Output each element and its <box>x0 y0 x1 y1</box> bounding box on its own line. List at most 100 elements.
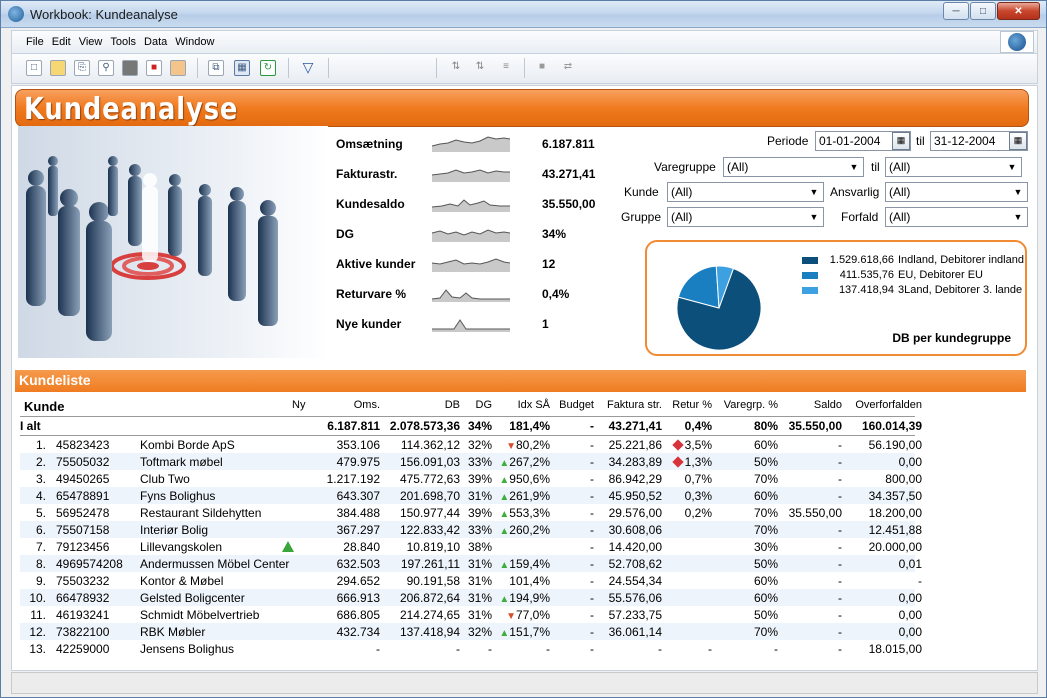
kpi-value: 1 <box>542 317 549 331</box>
kundeliste-header: Kundeliste <box>15 370 1026 392</box>
column-header[interactable]: Idx SÅ <box>494 399 550 411</box>
maximize-button[interactable]: □ <box>970 2 996 20</box>
column-header[interactable]: Varegrp. % <box>714 399 778 411</box>
menu-item-file[interactable]: File <box>26 36 44 48</box>
idx-value: ▲260,2% <box>494 523 550 537</box>
customer-name[interactable]: Interiør Bolig <box>140 523 300 537</box>
refresh-icon[interactable]: ↻ <box>260 60 276 76</box>
calendar-icon[interactable]: ▦ <box>892 132 910 150</box>
retur-text: 1,3% <box>684 455 712 469</box>
db-value: 150.977,44 <box>399 506 460 520</box>
column-header[interactable]: Retur % <box>664 399 712 411</box>
insert-icon[interactable]: ■ <box>534 60 550 76</box>
column-header[interactable]: DG <box>460 399 493 411</box>
varegruppe-label: Varegruppe <box>654 160 716 174</box>
oms-value: 686.805 <box>336 608 380 622</box>
column-header[interactable]: DB <box>382 399 460 411</box>
customer-name[interactable]: Andermussen Möbel Center <box>140 557 300 571</box>
column-header[interactable]: Budget <box>552 399 594 411</box>
column-header[interactable]: Oms. <box>326 399 380 411</box>
table-row[interactable]: 8. 4969574208 Andermussen Möbel Center 632.… <box>20 555 922 572</box>
customer-name[interactable]: Lillevangskolen <box>140 540 300 554</box>
open-folder-icon[interactable] <box>50 60 66 76</box>
sort-descending-icon[interactable]: ⇅ <box>472 60 488 76</box>
oms-value: 666.913 <box>336 591 380 605</box>
table-row[interactable]: 13. 42259000 Jensens Bolighus - - - - - - - - - 18.0… <box>20 640 922 657</box>
column-header[interactable]: Saldo <box>780 399 842 411</box>
gruppe-select[interactable]: (All) ▼ <box>667 207 824 227</box>
idx-text: 553,3% <box>509 506 550 520</box>
print-preview-icon[interactable]: ⚲ <box>98 60 114 76</box>
varegruppe-til-select[interactable]: (All) ▼ <box>885 157 1022 177</box>
menu-item-data[interactable]: Data <box>144 36 167 48</box>
saldo-value: - <box>838 489 842 503</box>
gruppe-value: (All) <box>671 210 693 224</box>
idx-text: 950,6% <box>509 472 550 486</box>
customer-name[interactable]: Fyns Bolighus <box>140 489 300 503</box>
new-document-icon[interactable]: □ <box>26 60 42 76</box>
varegruppe-select[interactable]: (All) ▼ <box>723 157 864 177</box>
db-value: 137.418,94 <box>399 625 460 639</box>
close-button[interactable]: ✕ <box>997 2 1040 20</box>
customer-name[interactable]: Jensens Bolighus <box>140 642 300 656</box>
swap-icon[interactable]: ⇄ <box>560 60 576 76</box>
db-value: 197.261,11 <box>400 557 460 571</box>
customer-name[interactable]: Club Two <box>140 472 300 486</box>
saldo-value: - <box>838 523 842 537</box>
chevron-down-icon: ▼ <box>809 212 819 222</box>
table-row[interactable]: 2. 75505032 Toftmark møbel 479.975 156.091,0… <box>20 453 922 470</box>
kunde-select[interactable]: (All) ▼ <box>667 182 824 202</box>
copy-icon[interactable]: ⧉ <box>208 60 224 76</box>
row-number: 12. <box>29 625 46 639</box>
kpi-label: Aktive kunder <box>336 257 416 271</box>
total-row: I alt 6.187.811 2.078.573,36 34% 181,4% -43.2… <box>20 417 922 436</box>
table-row[interactable]: 6. 75507158 Interiør Bolig 367.297 122.833,4… <box>20 521 922 538</box>
table-row[interactable]: 9. 75503232 Kontor & Møbel 294.652 90.191,58… <box>20 572 922 589</box>
table-row[interactable]: 5. 56952478 Restaurant Sildehytten 384.488 1… <box>20 504 922 521</box>
kpi-value: 35.550,00 <box>542 197 596 211</box>
column-header[interactable]: Ny <box>292 399 322 411</box>
table-row[interactable]: 1. 45823423 Kombi Borde ApS 353.106 114.362,… <box>20 436 922 453</box>
column-header[interactable]: Overforfalden <box>844 399 922 411</box>
calendar-icon[interactable]: ▦ <box>1009 132 1027 150</box>
overforfalden-value: 0,01 <box>898 557 922 571</box>
table-row[interactable]: 3. 49450265 Club Two 1.217.192 475.772,63 39%… <box>20 470 922 487</box>
overforfalden-value: 56.190,00 <box>868 438 922 452</box>
sort-list-icon[interactable]: ≡ <box>498 60 514 76</box>
minimize-button[interactable]: ─ <box>943 2 969 20</box>
customer-name[interactable]: Kombi Borde ApS <box>140 438 300 452</box>
legend-item: 411.535,76 EU, Debitorer EU <box>802 269 1032 283</box>
customer-name[interactable]: Schmidt Möbelvertrieb <box>140 608 300 622</box>
filter-icon[interactable]: ▽ <box>300 60 316 76</box>
menu-item-edit[interactable]: Edit <box>52 36 71 48</box>
forfald-select[interactable]: (All) ▼ <box>885 207 1028 227</box>
table-row[interactable]: 11. 46193241 Schmidt Möbelvertrieb 686.805 2… <box>20 606 922 623</box>
ansvarlig-select[interactable]: (All) ▼ <box>885 182 1028 202</box>
saldo-value: - <box>838 540 842 554</box>
customer-name[interactable]: Toftmark møbel <box>140 455 300 469</box>
kpi-row: Nye kunder 1 <box>336 314 606 334</box>
sparkline <box>431 229 511 242</box>
pie-chart <box>676 265 762 351</box>
table-row[interactable]: 7. 79123456 Lillevangskolen 28.840 10.819,10… <box>20 538 922 555</box>
menu-items: File Edit View Tools Data Window <box>26 36 214 48</box>
table-row[interactable]: 4. 65478891 Fyns Bolighus 643.307 201.698,70… <box>20 487 922 504</box>
export-icon[interactable] <box>122 60 138 76</box>
customer-name[interactable]: Restaurant Sildehytten <box>140 506 300 520</box>
customer-name[interactable]: Gelsted Boligcenter <box>140 591 300 605</box>
menu-item-view[interactable]: View <box>79 36 103 48</box>
table-row[interactable]: 10. 66478932 Gelsted Boligcenter 666.913 206… <box>20 589 922 606</box>
column-header[interactable]: Faktura str. <box>596 399 662 411</box>
email-icon[interactable] <box>170 60 186 76</box>
customer-name[interactable]: Kontor & Møbel <box>140 574 300 588</box>
pdf-icon[interactable]: ■ <box>146 60 162 76</box>
table-row[interactable]: 12. 73822100 RBK Møbler 432.734 137.418,94 32… <box>20 623 922 640</box>
sort-ascending-icon[interactable]: ⇅ <box>448 60 464 76</box>
menu-item-window[interactable]: Window <box>175 36 214 48</box>
title-bar[interactable]: Workbook: Kundeanalyse ─ □ ✕ <box>1 1 1046 28</box>
grid-view-icon[interactable]: ▦ <box>234 60 250 76</box>
customer-name[interactable]: RBK Møbler <box>140 625 300 639</box>
print-icon[interactable]: ⎘ <box>74 60 90 76</box>
menu-item-tools[interactable]: Tools <box>110 36 136 48</box>
faktura-value: 36.061,14 <box>608 625 662 639</box>
